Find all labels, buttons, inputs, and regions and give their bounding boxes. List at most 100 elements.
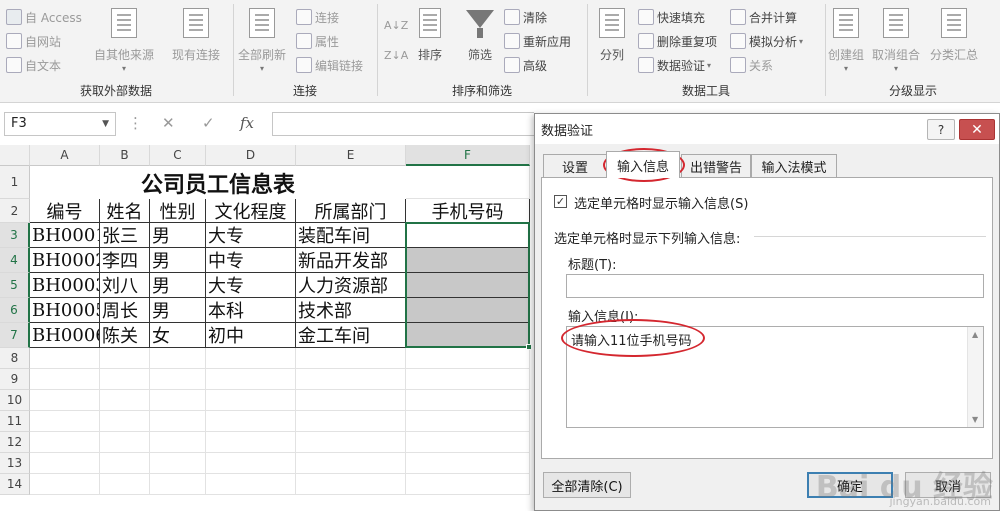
empty-cell[interactable] xyxy=(296,390,406,411)
select-all-corner[interactable] xyxy=(0,145,30,166)
data-validation-button[interactable]: 数据验证 ▾ xyxy=(638,54,711,76)
from-web-button[interactable]: 自网站 xyxy=(6,30,61,52)
group-button[interactable]: 创建组 ▾ xyxy=(828,6,864,73)
text-to-columns-button[interactable]: 分列 xyxy=(596,6,628,63)
data-cell[interactable]: 男 xyxy=(150,298,206,323)
phone-cell[interactable] xyxy=(406,273,530,298)
data-cell[interactable]: 金工车间 xyxy=(296,323,406,348)
empty-cell[interactable] xyxy=(296,411,406,432)
empty-cell[interactable] xyxy=(30,432,100,453)
help-button[interactable]: ? xyxy=(927,119,955,140)
column-header-c[interactable]: C xyxy=(150,145,206,166)
empty-cell[interactable] xyxy=(406,369,530,390)
phone-cell[interactable] xyxy=(406,223,530,248)
tab-ime-mode[interactable]: 输入法模式 xyxy=(751,154,837,177)
row-header-7[interactable]: 7 xyxy=(0,323,30,348)
empty-cell[interactable] xyxy=(100,432,150,453)
from-text-button[interactable]: 自文本 xyxy=(6,54,61,76)
sort-ascending-button[interactable]: A↓Z xyxy=(384,14,408,36)
empty-cell[interactable] xyxy=(30,390,100,411)
close-button[interactable]: ✕ xyxy=(959,119,995,140)
empty-cell[interactable] xyxy=(150,432,206,453)
row-header-3[interactable]: 3 xyxy=(0,223,30,248)
ungroup-button[interactable]: 取消组合 ▾ xyxy=(872,6,920,73)
data-cell[interactable]: 本科 xyxy=(206,298,296,323)
column-header-d[interactable]: D xyxy=(206,145,296,166)
name-box[interactable]: F3 ▼ xyxy=(4,112,116,136)
empty-cell[interactable] xyxy=(100,453,150,474)
tab-settings[interactable]: 设置 xyxy=(543,154,607,177)
header-cell[interactable]: 编号 xyxy=(30,199,100,223)
data-cell[interactable]: 大专 xyxy=(206,273,296,298)
cell-f1[interactable] xyxy=(406,166,530,199)
relationships-button[interactable]: 关系 xyxy=(730,54,773,76)
data-cell[interactable]: 男 xyxy=(150,223,206,248)
textarea-scrollbar[interactable]: ▲ ▼ xyxy=(967,327,983,427)
clear-all-button[interactable]: 全部清除(C) xyxy=(543,472,631,498)
row-header-13[interactable]: 13 xyxy=(0,453,30,474)
empty-cell[interactable] xyxy=(100,348,150,369)
empty-cell[interactable] xyxy=(150,453,206,474)
what-if-analysis-button[interactable]: 模拟分析 ▾ xyxy=(730,30,803,52)
clear-filter-button[interactable]: 清除 xyxy=(504,6,547,28)
row-header-2[interactable]: 2 xyxy=(0,199,30,223)
data-cell[interactable]: 男 xyxy=(150,248,206,273)
tab-error-alert[interactable]: 出错警告 xyxy=(681,154,751,177)
edit-links-button[interactable]: 编辑链接 xyxy=(296,54,363,76)
header-cell[interactable]: 姓名 xyxy=(100,199,150,223)
fill-handle[interactable] xyxy=(526,344,532,350)
empty-cell[interactable] xyxy=(206,453,296,474)
column-header-f[interactable]: F xyxy=(406,145,530,166)
row-header-10[interactable]: 10 xyxy=(0,390,30,411)
data-cell[interactable]: 女 xyxy=(150,323,206,348)
row-header-5[interactable]: 5 xyxy=(0,273,30,298)
phone-cell[interactable] xyxy=(406,298,530,323)
consolidate-button[interactable]: 合并计算 xyxy=(730,6,797,28)
row-header-1[interactable]: 1 xyxy=(0,166,30,199)
empty-cell[interactable] xyxy=(406,411,530,432)
data-cell[interactable]: 李四 xyxy=(100,248,150,273)
empty-cell[interactable] xyxy=(206,348,296,369)
cancel-icon[interactable]: ✕ xyxy=(162,114,175,132)
empty-cell[interactable] xyxy=(100,411,150,432)
empty-cell[interactable] xyxy=(150,369,206,390)
header-cell[interactable]: 文化程度 xyxy=(206,199,296,223)
input-message-textarea[interactable]: 请输入11位手机号码 ▲ ▼ xyxy=(566,326,984,428)
empty-cell[interactable] xyxy=(296,453,406,474)
empty-cell[interactable] xyxy=(150,390,206,411)
column-header-e[interactable]: E xyxy=(296,145,406,166)
empty-cell[interactable] xyxy=(206,411,296,432)
flash-fill-button[interactable]: 快速填充 xyxy=(638,6,705,28)
data-cell[interactable]: 张三 xyxy=(100,223,150,248)
column-header-b[interactable]: B xyxy=(100,145,150,166)
subtotal-button[interactable]: 分类汇总 xyxy=(930,6,978,63)
remove-duplicates-button[interactable]: 删除重复项 xyxy=(638,30,717,52)
scroll-down-icon[interactable]: ▼ xyxy=(972,415,978,424)
empty-cell[interactable] xyxy=(406,432,530,453)
empty-cell[interactable] xyxy=(406,348,530,369)
sort-descending-button[interactable]: Z↓A xyxy=(384,44,408,66)
row-header-8[interactable]: 8 xyxy=(0,348,30,369)
data-cell[interactable]: BH0002 xyxy=(30,248,100,273)
data-cell[interactable]: 刘八 xyxy=(100,273,150,298)
data-cell[interactable]: BH0006 xyxy=(30,323,100,348)
row-header-6[interactable]: 6 xyxy=(0,298,30,323)
empty-cell[interactable] xyxy=(296,348,406,369)
empty-cell[interactable] xyxy=(296,474,406,495)
dialog-titlebar[interactable]: 数据验证 ? ✕ xyxy=(535,114,999,144)
data-cell[interactable]: BH0005 xyxy=(30,298,100,323)
empty-cell[interactable] xyxy=(296,432,406,453)
row-header-9[interactable]: 9 xyxy=(0,369,30,390)
reapply-button[interactable]: 重新应用 xyxy=(504,30,571,52)
empty-cell[interactable] xyxy=(100,369,150,390)
header-cell[interactable]: 所属部门 xyxy=(296,199,406,223)
data-cell[interactable]: 陈关 xyxy=(100,323,150,348)
from-access-button[interactable]: 自 Access xyxy=(6,6,82,28)
scroll-up-icon[interactable]: ▲ xyxy=(972,330,978,339)
data-cell[interactable]: 周长 xyxy=(100,298,150,323)
existing-connections-button[interactable]: 现有连接 xyxy=(172,6,220,63)
advanced-filter-button[interactable]: 高级 xyxy=(504,54,547,76)
data-cell[interactable]: BH0001 xyxy=(30,223,100,248)
empty-cell[interactable] xyxy=(206,474,296,495)
insert-function-icon[interactable]: fx xyxy=(240,114,254,132)
